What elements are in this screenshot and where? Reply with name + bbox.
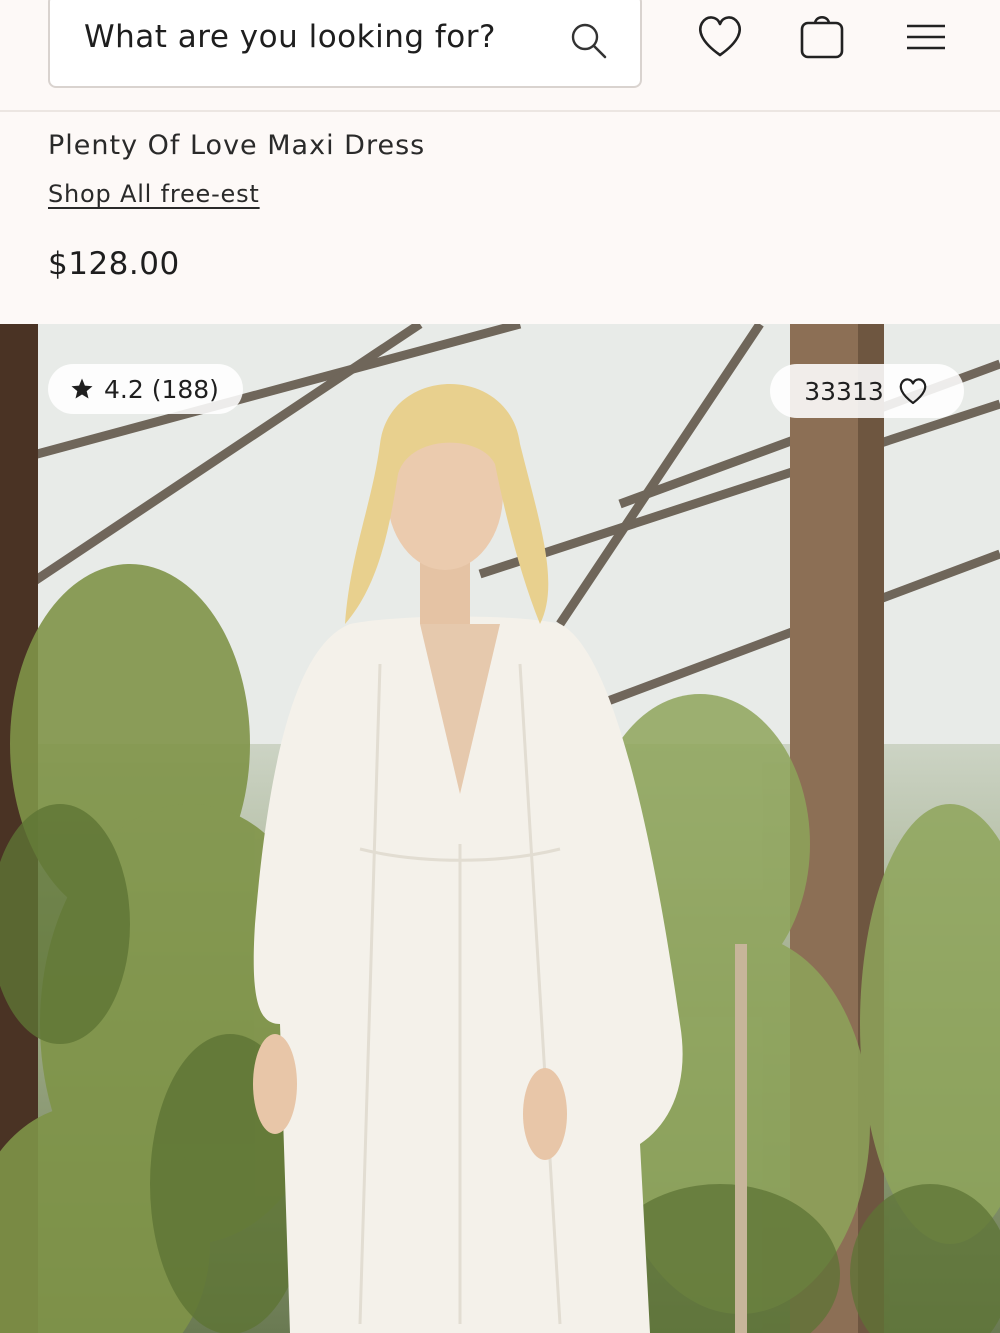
search-box[interactable] bbox=[48, 0, 642, 88]
search-icon[interactable] bbox=[568, 20, 608, 60]
rating-badge[interactable]: 4.2 (188) bbox=[48, 364, 243, 414]
bag-icon[interactable] bbox=[794, 8, 850, 64]
favorite-button[interactable]: 33313 bbox=[770, 364, 964, 418]
search-input[interactable] bbox=[84, 16, 554, 58]
product-price: $128.00 bbox=[48, 246, 180, 282]
menu-icon[interactable] bbox=[898, 8, 954, 64]
favorites-count: 33313 bbox=[804, 376, 884, 406]
heart-icon bbox=[899, 378, 927, 405]
product-image[interactable]: 4.2 (188) 33313 bbox=[0, 324, 1000, 1333]
site-header bbox=[0, 0, 1000, 112]
greenhouse-photo bbox=[0, 324, 1000, 1333]
star-icon bbox=[71, 378, 93, 399]
shop-all-link[interactable]: Shop All free-est bbox=[48, 180, 260, 208]
product-title: Plenty Of Love Maxi Dress bbox=[48, 130, 426, 161]
heart-icon[interactable] bbox=[692, 8, 748, 64]
rating-text: 4.2 (188) bbox=[104, 374, 219, 404]
